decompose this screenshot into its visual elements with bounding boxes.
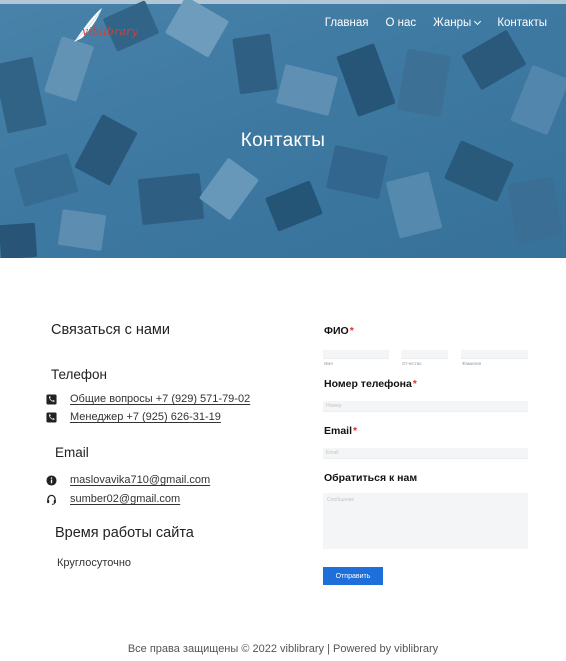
phone-icon: [46, 411, 57, 423]
nav-genres[interactable]: Жанры: [433, 17, 482, 29]
phone-label: Номер телефона*: [324, 378, 417, 390]
contact-email-secondary: sumber02@gmail.com: [46, 493, 180, 505]
phone-manager-link[interactable]: Менеджер +7 (925) 626-31-19: [70, 411, 221, 423]
fio-label-text: ФИО: [324, 325, 349, 337]
chevron-down-icon: [474, 17, 482, 26]
nav-about-label: О нас: [385, 17, 417, 29]
required-mark: *: [349, 325, 354, 337]
required-mark: *: [353, 425, 358, 437]
nav-contacts[interactable]: Контакты: [497, 17, 547, 29]
first-name-input[interactable]: [323, 350, 389, 359]
email-label-text: Email: [324, 425, 353, 437]
email-secondary-link[interactable]: sumber02@gmail.com: [70, 493, 180, 505]
info-icon: [46, 474, 57, 486]
hero-banner: viblibrary Главная О нас Жанры Контакты …: [0, 0, 566, 258]
nav-about[interactable]: О нас: [386, 17, 417, 29]
middle-name-sublabel: Отчество: [402, 361, 422, 366]
contact-phone-manager: Менеджер +7 (925) 626-31-19: [46, 411, 221, 423]
nav-genres-label: Жанры: [433, 17, 472, 29]
last-name-sublabel: Фамилия: [462, 361, 482, 366]
nav-home[interactable]: Главная: [325, 17, 369, 29]
phone-icon: [46, 393, 57, 405]
phone-general-link[interactable]: Общие вопросы +7 (929) 571-79-02: [70, 393, 250, 405]
footer-copyright: Все права защищены © 2022 viblibrary | P…: [127, 643, 439, 655]
message-textarea[interactable]: [323, 493, 528, 549]
first-name-sublabel: Имя: [324, 361, 333, 366]
last-name-input[interactable]: [461, 350, 528, 359]
submit-button[interactable]: Отправить: [323, 567, 383, 585]
contacts-heading: Связаться с нами: [51, 322, 171, 338]
phone-label-text: Номер телефона: [324, 378, 412, 390]
contact-phone-general: Общие вопросы +7 (929) 571-79-02: [46, 393, 250, 405]
email-heading: Email: [55, 445, 89, 460]
nav-contacts-label: Контакты: [497, 17, 547, 29]
main-nav: Главная О нас Жанры Контакты: [325, 17, 547, 29]
fio-label: ФИО*: [324, 325, 354, 337]
phone-input[interactable]: [323, 401, 528, 412]
page-title: Контакты: [240, 130, 326, 151]
email-primary-link[interactable]: maslovavika710@gmail.com: [70, 474, 210, 486]
middle-name-input[interactable]: [401, 350, 448, 359]
logo-text[interactable]: viblibrary: [82, 25, 138, 38]
nav-home-label: Главная: [324, 17, 369, 29]
phone-heading: Телефон: [51, 367, 108, 382]
required-mark: *: [412, 378, 417, 390]
hours-heading: Время работы сайта: [55, 525, 194, 541]
contact-email-primary: maslovavika710@gmail.com: [46, 474, 210, 486]
email-label: Email*: [324, 425, 357, 437]
message-label: Обратиться к нам: [324, 472, 418, 484]
hours-value: Круглосуточно: [57, 557, 132, 569]
headset-icon: [47, 494, 56, 505]
email-input[interactable]: [323, 448, 528, 459]
